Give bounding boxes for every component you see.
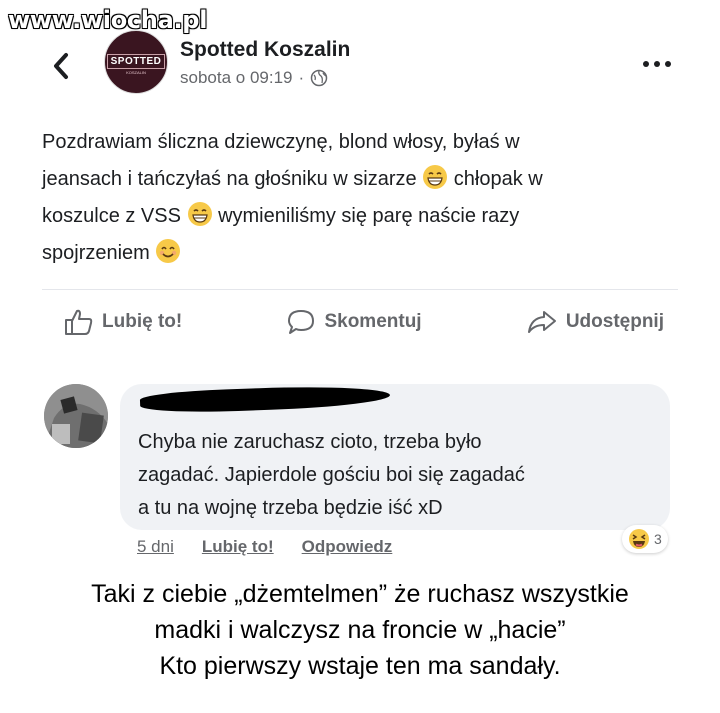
comment-text: Chyba nie zaruchasz cioto, trzeba było z… [138,426,658,525]
back-button[interactable] [46,48,76,84]
reaction-count: 3 [654,531,662,547]
comment-age[interactable]: 5 dni [137,537,174,557]
like-button[interactable]: Lubię to! [64,308,182,336]
caption-line: madki i walczysz na froncie w „hacie” [154,616,566,644]
thumbs-up-icon [65,309,93,335]
laughing-emoji-icon [629,529,649,549]
meta-separator: · [298,68,305,87]
post-text-line: spojrzeniem [42,235,682,272]
comment-label: Skomentuj [324,311,422,332]
grinning-emoji-icon [187,202,212,226]
smiling-emoji-icon [156,239,181,263]
comment-line: zagadać. Japierdole gościu boi się zagad… [138,464,525,486]
globe-icon [310,69,328,87]
more-options-button[interactable] [640,52,674,76]
post-text-segment: chłopak w [453,168,543,190]
post-text-segment: spojrzeniem [42,242,150,264]
caption: Taki z ciebie „dżemtelmen” że ruchasz ws… [0,576,720,684]
comment-button[interactable]: Skomentuj [286,308,422,336]
share-label: Udostępnij [565,311,664,332]
share-button[interactable]: Udostępnij [526,308,664,336]
post-text-segment: wymieniliśmy się parę naście razy [218,205,520,227]
comment-reply-button[interactable]: Odpowiedz [302,537,393,557]
post-divider [42,289,678,290]
commenter-avatar-image [44,384,108,448]
comment-line: Chyba nie zaruchasz cioto, trzeba było [138,431,482,453]
post-text-segment: koszulce z VSS [42,205,181,227]
post-text: Pozdrawiam śliczna dziewczynę, blond wło… [42,124,682,272]
page-avatar-logo: SPOTTED [106,53,166,69]
comment-meta: 5 dni Lubię to! Odpowiedz [137,537,392,557]
share-arrow-icon [527,311,556,333]
comment-line: a tu na wojnę trzeba będzie iść xD [138,497,443,519]
like-label: Lubię to! [102,311,183,332]
page-name[interactable]: Spotted Koszalin [180,38,350,62]
post-text-line: Pozdrawiam śliczna dziewczynę, blond wło… [42,131,520,153]
post-meta: sobota o 09:19 · [180,68,328,88]
comment-reactions[interactable]: 3 [622,525,668,553]
page-avatar[interactable]: SPOTTED KOSZALIN [104,30,168,94]
post-text-segment: jeansach i tańczyłaś na głośniku w sizar… [42,168,417,190]
commenter-avatar[interactable] [44,384,108,448]
caption-line: Kto pierwszy wstaje ten ma sandały. [159,652,561,680]
more-dots-icon [643,61,671,67]
post-actions: Lubię to! Skomentuj Udostępnij [42,300,678,344]
grinning-emoji-icon [423,165,448,189]
chevron-left-icon [54,53,68,79]
post-timestamp[interactable]: sobota o 09:19 [180,68,292,88]
page-avatar-sub: KOSZALIN [126,69,146,75]
post-card: SPOTTED KOSZALIN Spotted Koszalin sobota… [0,0,720,360]
comment-bubble-icon [288,310,315,334]
caption-line: Taki z ciebie „dżemtelmen” że ruchasz ws… [91,580,629,608]
post-text-line: jeansach i tańczyłaś na głośniku w sizar… [42,161,682,198]
post-text-line: koszulce z VSS wymieniliśmy się parę naś… [42,198,682,235]
comment-like-button[interactable]: Lubię to! [202,537,274,557]
